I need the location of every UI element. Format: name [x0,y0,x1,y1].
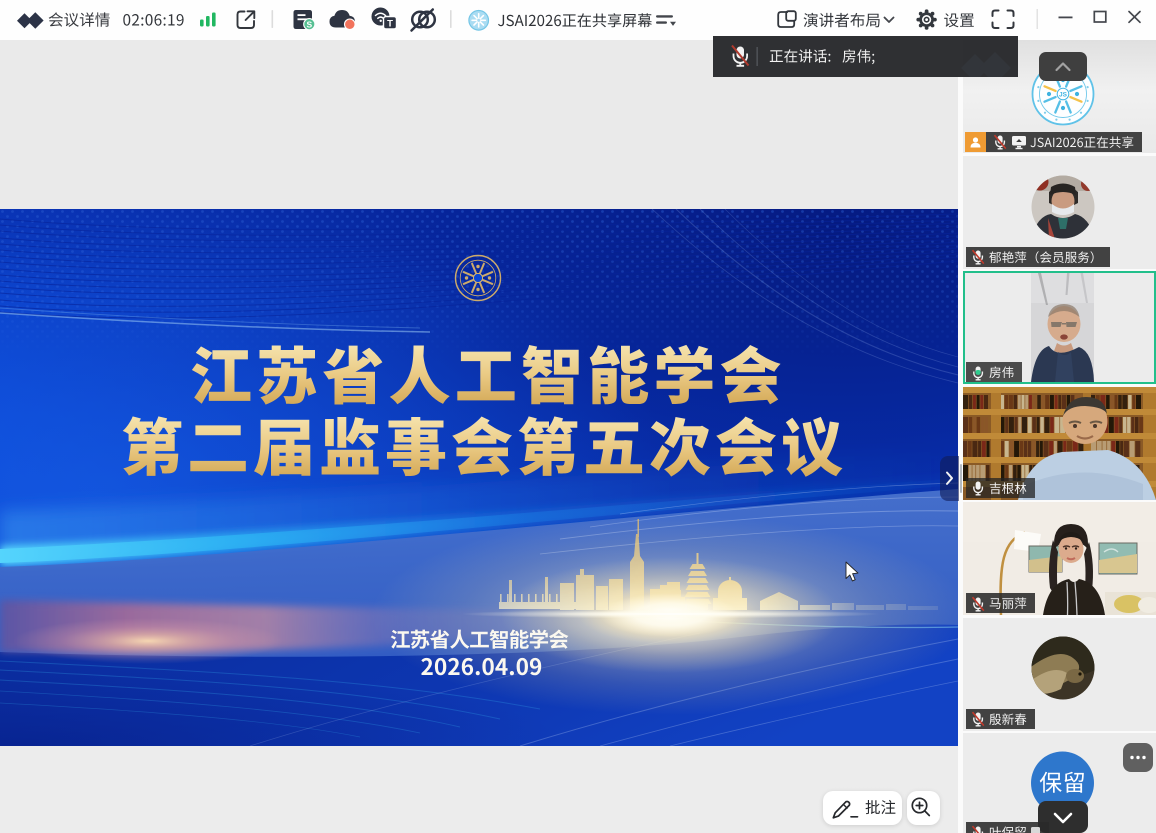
svg-text:T: T [387,18,393,29]
svg-text:S: S [306,19,312,29]
svg-text:JS: JS [1059,92,1068,99]
